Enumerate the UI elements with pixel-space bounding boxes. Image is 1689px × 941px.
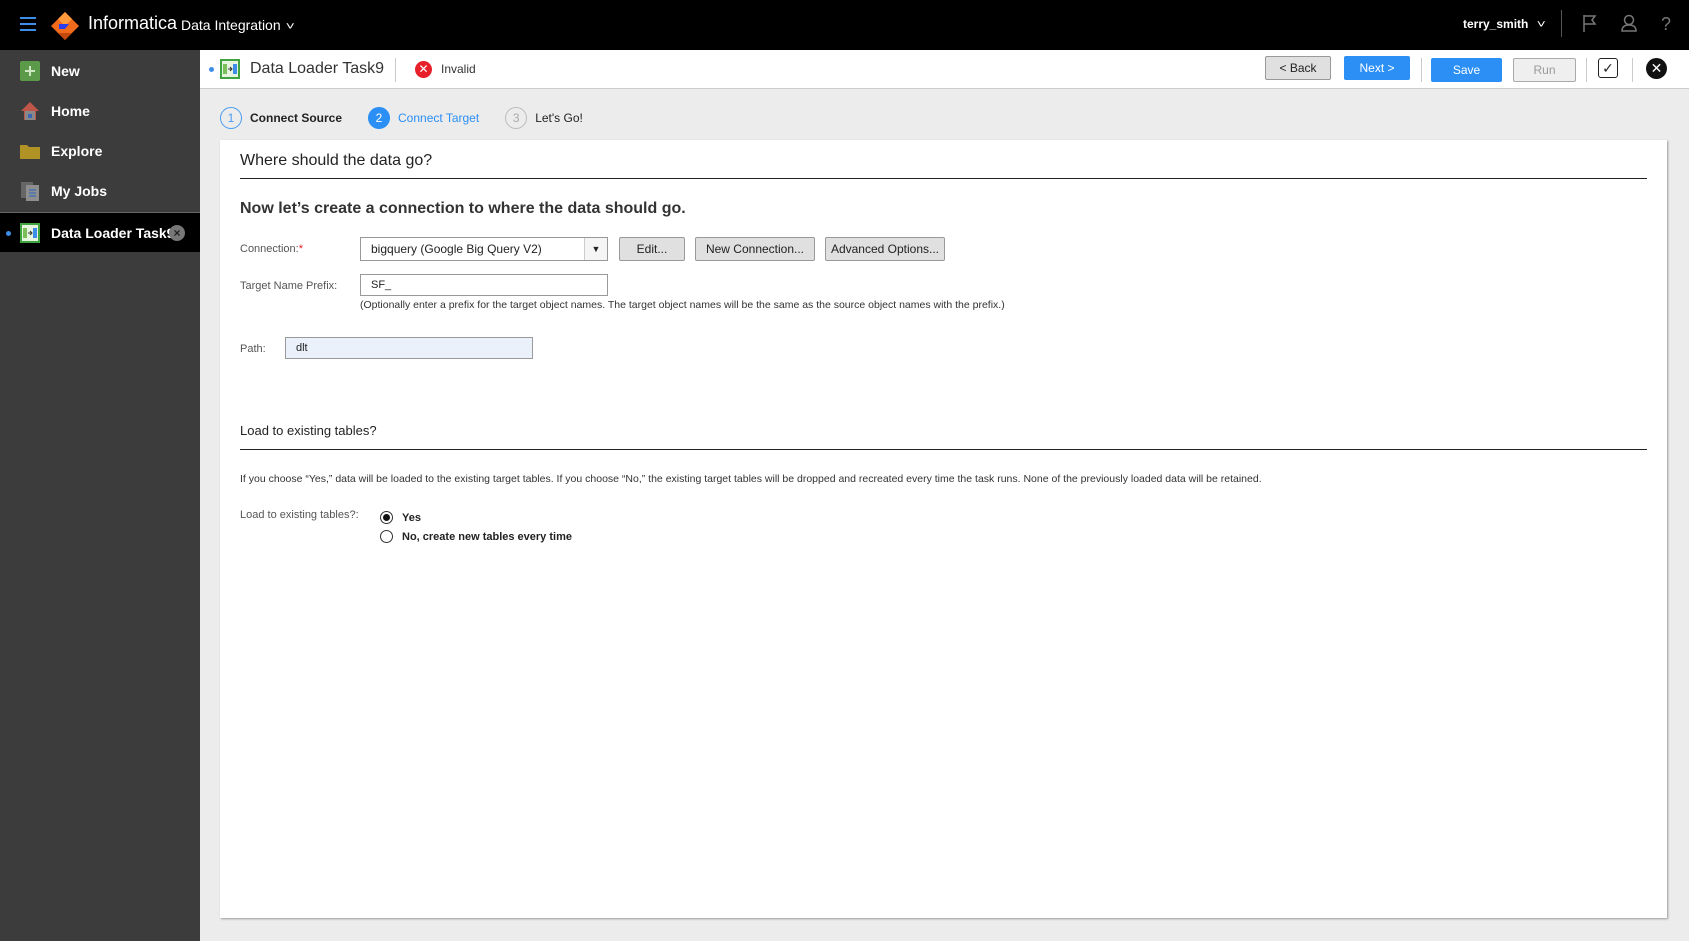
step-connect-target[interactable]: 2 Connect Target xyxy=(368,107,479,129)
connection-label: Connection:* xyxy=(240,243,303,255)
step-number: 1 xyxy=(220,107,242,129)
step-label: Connect Target xyxy=(398,111,480,125)
step-lets-go[interactable]: 3 Let's Go! xyxy=(505,107,583,129)
target-prefix-input[interactable] xyxy=(360,274,608,296)
help-icon[interactable]: ? xyxy=(1655,13,1677,35)
user-icon[interactable] xyxy=(1618,13,1640,35)
folder-icon xyxy=(19,140,41,162)
subheading: Now let’s create a connection to where t… xyxy=(240,200,686,217)
step-connect-source[interactable]: 1 Connect Source xyxy=(220,107,342,129)
wizard-steps: 1 Connect Source 2 Connect Target 3 Let'… xyxy=(220,106,609,130)
chevron-down-icon: ˅ xyxy=(1537,19,1547,31)
home-icon xyxy=(19,100,41,122)
step-number: 2 xyxy=(368,107,391,129)
sidebar-item-home[interactable]: Home xyxy=(0,91,200,131)
validate-icon[interactable]: ✓ xyxy=(1598,58,1618,78)
data-loader-icon xyxy=(220,59,240,79)
user-menu[interactable]: terry_smith ˅ xyxy=(1463,17,1547,31)
task-title: Data Loader Task9 xyxy=(250,60,385,77)
product-switcher[interactable]: Data Integration ˅ xyxy=(181,17,295,33)
next-button[interactable]: Next > xyxy=(1344,56,1410,80)
edit-connection-button[interactable]: Edit... xyxy=(619,237,685,261)
product-name: Data Integration xyxy=(181,17,281,33)
divider xyxy=(395,58,396,82)
dropdown-arrow-icon[interactable]: ▼ xyxy=(584,238,607,260)
data-loader-icon xyxy=(19,222,41,244)
sidebar-item-open-task[interactable]: Data Loader Task9 × xyxy=(0,212,200,252)
radio-label: No, create new tables every time xyxy=(402,530,572,543)
new-connection-button[interactable]: New Connection... xyxy=(695,237,815,261)
sidebar-item-my-jobs[interactable]: My Jobs xyxy=(0,171,200,211)
radio-yes[interactable]: Yes xyxy=(380,511,421,524)
main-card: Where should the data go? Now let’s crea… xyxy=(220,140,1667,918)
path-input[interactable] xyxy=(285,337,533,359)
radio-button[interactable] xyxy=(380,530,393,543)
sidebar-item-label: Data Loader Task9 xyxy=(51,224,175,241)
menu-icon[interactable] xyxy=(20,17,36,31)
step-label: Let's Go! xyxy=(535,111,583,125)
radio-label: Yes xyxy=(402,511,421,524)
unsaved-indicator xyxy=(6,231,11,236)
radio-no[interactable]: No, create new tables every time xyxy=(380,530,572,543)
flag-icon[interactable] xyxy=(1579,13,1601,35)
divider xyxy=(240,178,1647,179)
divider xyxy=(1561,10,1562,37)
informatica-logo xyxy=(51,12,79,40)
status-badge: Invalid xyxy=(441,62,476,76)
advanced-options-button[interactable]: Advanced Options... xyxy=(825,237,945,261)
plus-icon xyxy=(19,60,41,82)
label-text: Connection: xyxy=(240,243,299,255)
sidebar-item-label: Explore xyxy=(51,143,103,159)
required-mark: * xyxy=(298,243,303,255)
load-description: If you choose “Yes,” data will be loaded… xyxy=(240,473,1262,485)
prefix-hint: (Optionally enter a prefix for the targe… xyxy=(360,299,1005,311)
brand-name: Informatica xyxy=(88,13,178,33)
connection-select[interactable]: bigquery (Google Big Query V2) ▼ xyxy=(360,237,608,261)
sidebar-item-label: My Jobs xyxy=(51,183,108,199)
jobs-icon xyxy=(19,180,41,202)
sidebar-item-new[interactable]: New xyxy=(0,51,200,91)
top-bar: Informatica Data Integration ˅ terry_smit… xyxy=(0,0,1689,50)
username: terry_smith xyxy=(1463,17,1529,31)
divider xyxy=(1586,58,1587,82)
divider xyxy=(240,449,1647,450)
path-label: Path: xyxy=(240,343,266,355)
load-field-label: Load to existing tables?: xyxy=(240,509,359,521)
load-section-title: Load to existing tables? xyxy=(240,423,377,438)
sidebar-item-explore[interactable]: Explore xyxy=(0,131,200,171)
chevron-down-icon: ˅ xyxy=(285,21,295,33)
close-icon[interactable]: ✕ xyxy=(1646,58,1667,79)
divider xyxy=(1632,58,1633,82)
section-title: Where should the data go? xyxy=(240,152,433,169)
divider xyxy=(1421,58,1422,82)
task-toolbar: Data Loader Task9 ✕ Invalid < Back Next … xyxy=(200,50,1689,89)
connection-value: bigquery (Google Big Query V2) xyxy=(371,242,542,256)
error-icon: ✕ xyxy=(415,61,432,78)
step-number: 3 xyxy=(505,107,528,129)
sidebar-item-label: New xyxy=(51,63,80,79)
sidebar-item-label: Home xyxy=(51,103,90,119)
step-label: Connect Source xyxy=(250,111,343,125)
back-button[interactable]: < Back xyxy=(1265,56,1331,80)
run-button[interactable]: Run xyxy=(1513,58,1576,82)
prefix-label: Target Name Prefix: xyxy=(240,280,338,292)
sidebar: New Home Explore My Jobs Data Loader Tas… xyxy=(0,50,200,941)
unsaved-indicator xyxy=(209,67,214,72)
save-button[interactable]: Save xyxy=(1431,58,1502,82)
close-tab-icon[interactable]: × xyxy=(169,225,185,241)
radio-button[interactable] xyxy=(380,511,393,524)
